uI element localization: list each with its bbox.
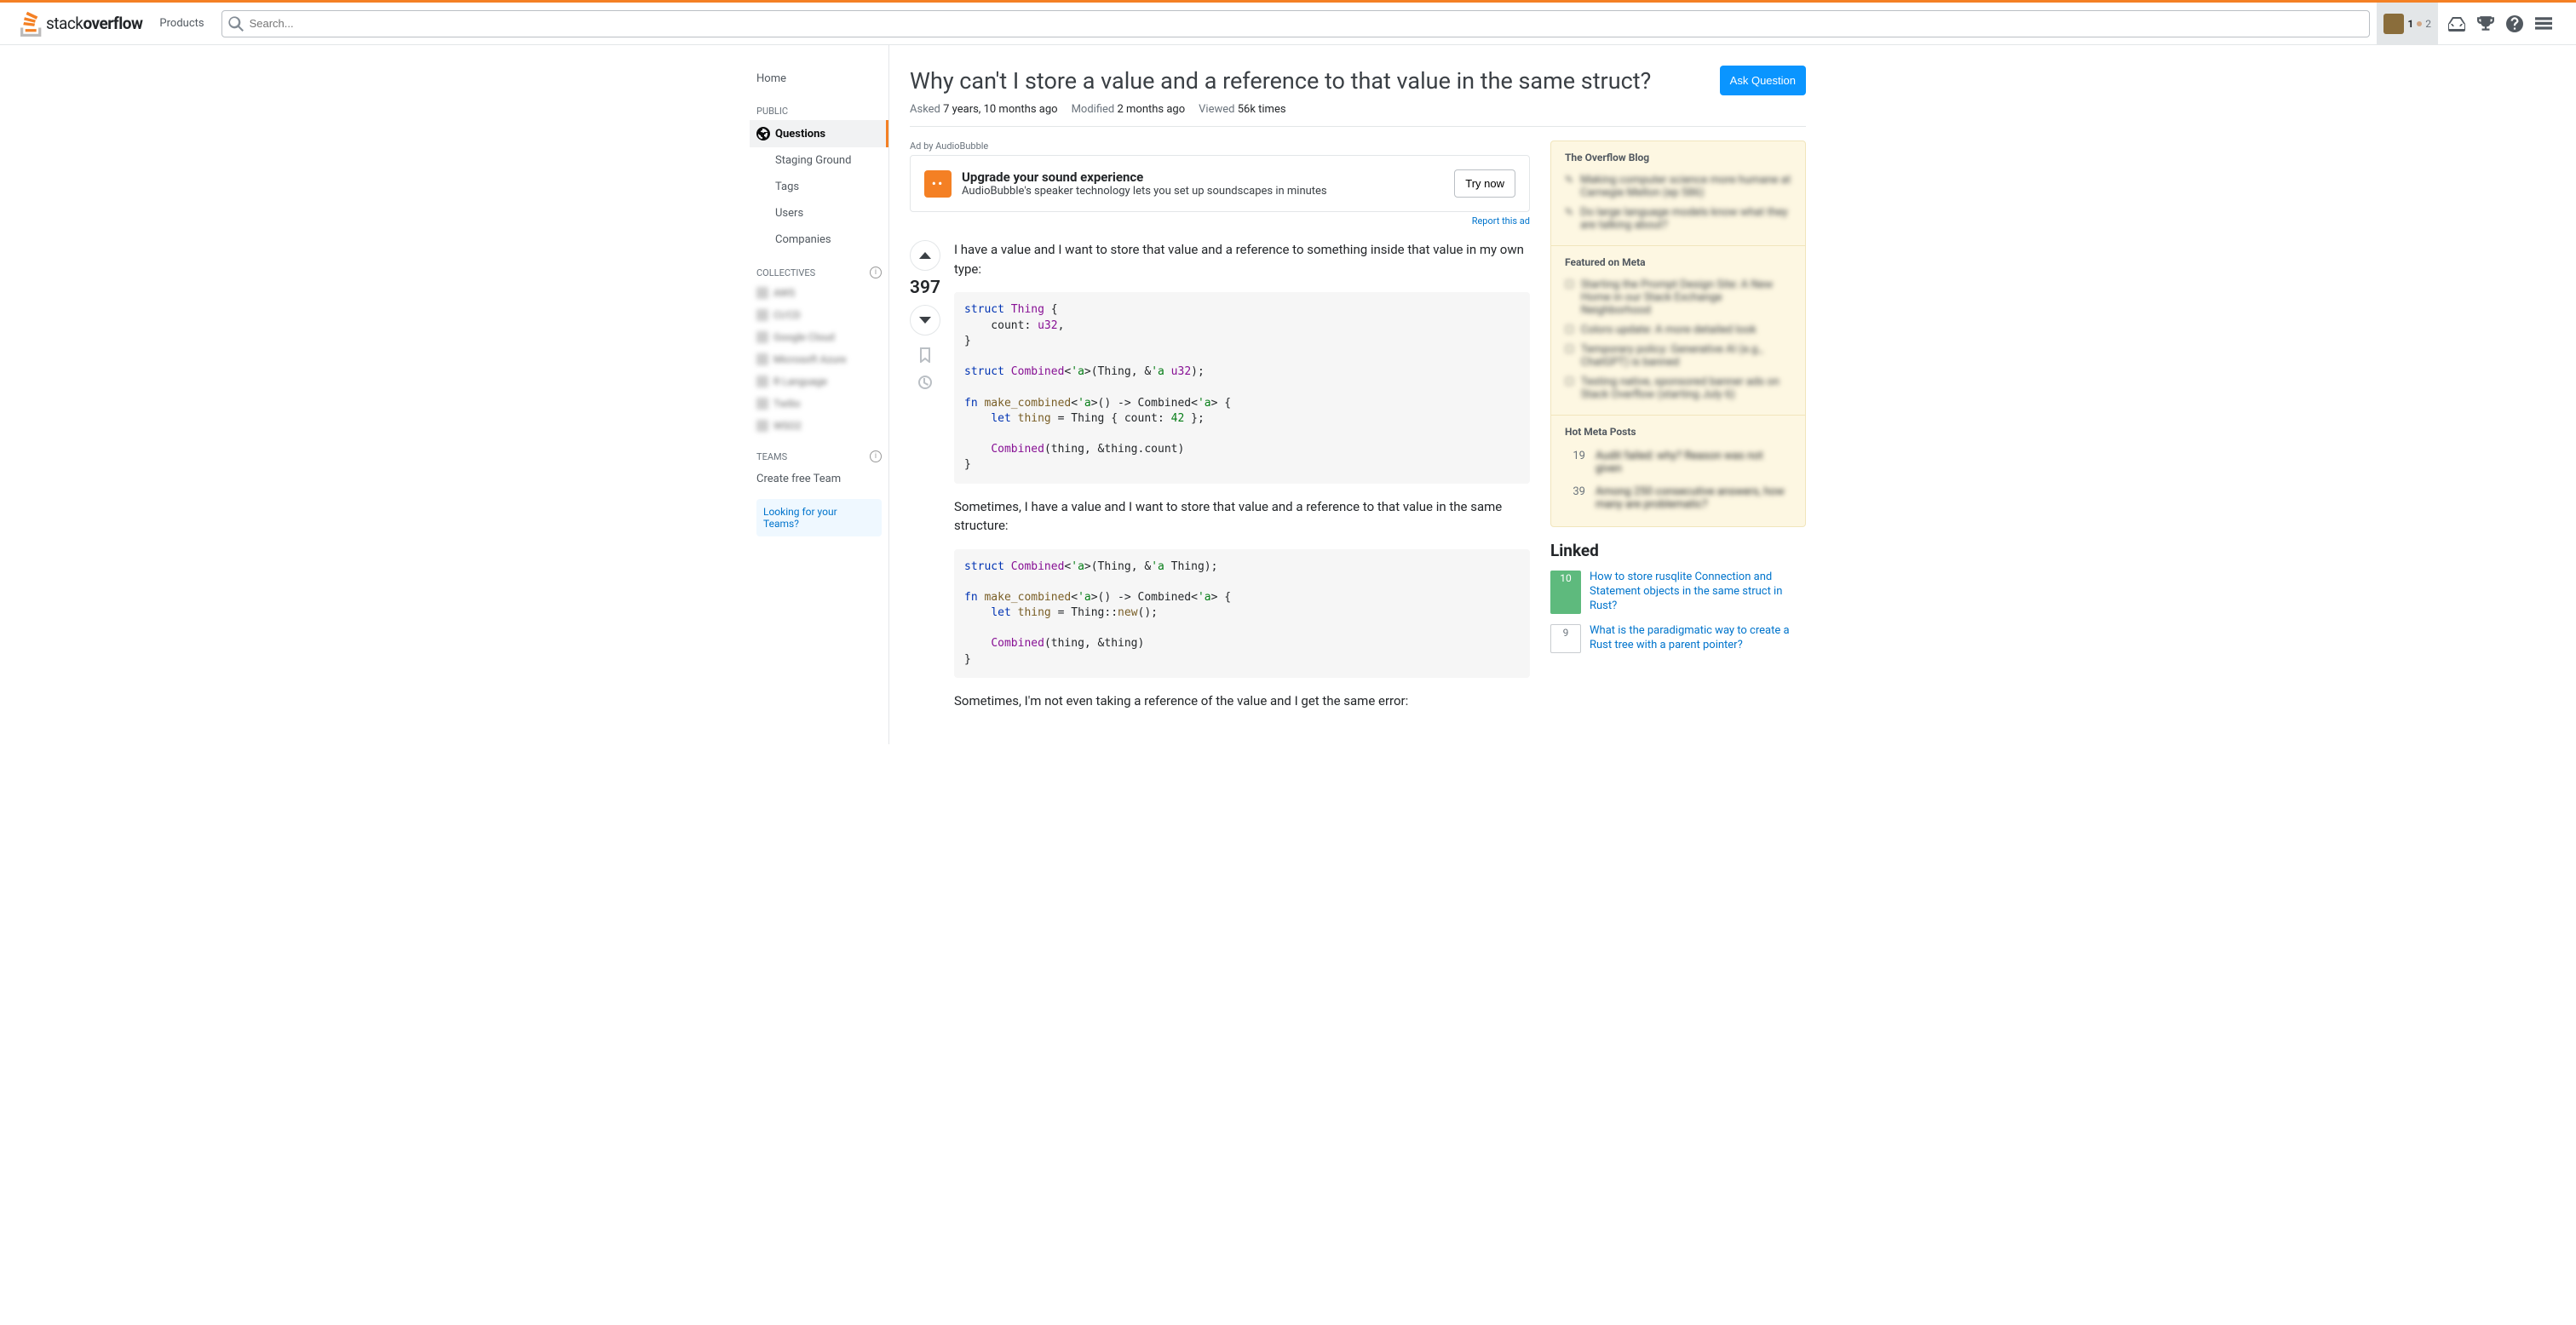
linked-item: 10 How to store rusqlite Connection and … xyxy=(1550,571,1806,614)
nav-section-collectives: COLLECTIVES i xyxy=(750,253,888,282)
code-block: struct Thing { count: u32, } struct Comb… xyxy=(954,292,1530,483)
nav-section-public: PUBLIC xyxy=(750,92,888,120)
upvote-button[interactable] xyxy=(910,240,940,271)
main-content: Why can't I store a value and a referenc… xyxy=(889,45,1826,744)
stackoverflow-icon xyxy=(20,11,43,37)
nav-companies[interactable]: Companies xyxy=(750,227,888,253)
logo-text: stackoverflow xyxy=(46,14,142,33)
nav-questions[interactable]: Questions xyxy=(750,120,888,147)
info-icon[interactable]: i xyxy=(870,267,882,278)
paragraph: Sometimes, I have a value and I want to … xyxy=(954,497,1530,536)
ad-label: Ad by AudioBubble xyxy=(910,141,1530,152)
info-icon[interactable]: i xyxy=(870,450,882,462)
search-icon xyxy=(228,16,244,32)
products-link[interactable]: Products xyxy=(149,17,214,30)
report-ad-link[interactable]: Report this ad xyxy=(910,215,1530,227)
bronze-badge-icon xyxy=(2417,21,2422,26)
down-arrow-icon xyxy=(918,313,932,327)
reputation: 1 xyxy=(2407,18,2413,30)
collective-item[interactable]: CI/CD xyxy=(750,304,888,326)
meta-title: Featured on Meta xyxy=(1565,256,1791,268)
meta-item[interactable]: Temporary policy: Generative AI (e.g., C… xyxy=(1565,340,1791,372)
help-icon[interactable] xyxy=(2506,15,2523,32)
left-sidebar: Home PUBLIC Questions Staging Ground Tag… xyxy=(750,45,889,744)
collective-item[interactable]: Twilio xyxy=(750,393,888,415)
code-block: struct Combined<'a>(Thing, &'a Thing); f… xyxy=(954,549,1530,678)
trophy-icon[interactable] xyxy=(2477,15,2494,32)
ad-title: Upgrade your sound experience xyxy=(962,169,1444,185)
collective-item[interactable]: WSO2 xyxy=(750,415,888,437)
nav-home[interactable]: Home xyxy=(750,66,888,92)
topbar: stackoverflow Products 1 2 xyxy=(0,3,2576,45)
question-title: Why can't I store a value and a referenc… xyxy=(910,66,1651,96)
bronze-count: 2 xyxy=(2425,18,2431,30)
hot-title: Hot Meta Posts xyxy=(1565,426,1791,438)
linked-score: 10 xyxy=(1550,571,1581,614)
linked-score: 9 xyxy=(1550,624,1581,653)
blog-title: The Overflow Blog xyxy=(1565,152,1791,163)
right-sidebar: The Overflow Blog Making computer scienc… xyxy=(1550,141,1806,724)
bulletin-box: The Overflow Blog Making computer scienc… xyxy=(1550,141,1806,527)
hot-item[interactable]: 19 Audit failed: why? Reason was not giv… xyxy=(1565,445,1791,480)
blog-item[interactable]: Making computer science more humane at C… xyxy=(1565,170,1791,203)
vote-cell: 397 xyxy=(910,240,940,724)
up-arrow-icon xyxy=(918,249,932,262)
hot-item[interactable]: 39 Among 250 consecutive answers, how ma… xyxy=(1565,480,1791,516)
meta-item[interactable]: Colors update: A more detailed look xyxy=(1565,320,1791,340)
collective-item[interactable]: AWS xyxy=(750,282,888,304)
create-team-link[interactable]: Create free Team xyxy=(750,466,888,492)
collective-item[interactable]: Microsoft Azure xyxy=(750,348,888,370)
nav-tags[interactable]: Tags xyxy=(750,174,888,200)
looking-for-teams[interactable]: Looking for your Teams? xyxy=(756,499,882,536)
post-body: I have a value and I want to store that … xyxy=(954,240,1530,724)
ad-subtitle: AudioBubble's speaker technology lets yo… xyxy=(962,185,1444,198)
downvote-button[interactable] xyxy=(910,305,940,336)
nav-staging-ground[interactable]: Staging Ground xyxy=(750,147,888,174)
nav-section-teams: TEAMS i xyxy=(750,437,888,466)
history-icon[interactable] xyxy=(917,375,933,390)
ad-icon xyxy=(924,170,952,198)
avatar xyxy=(2383,14,2404,34)
meta-item[interactable]: Starting the Prompt Design Site: A New H… xyxy=(1565,275,1791,320)
linked-item: 9 What is the paradigmatic way to create… xyxy=(1550,624,1806,653)
ask-question-button[interactable]: Ask Question xyxy=(1720,66,1806,95)
linked-link[interactable]: How to store rusqlite Connection and Sta… xyxy=(1590,571,1806,614)
blog-item[interactable]: Do large language models know what they … xyxy=(1565,203,1791,235)
question-meta: Asked 7 years, 10 months ago Modified 2 … xyxy=(910,103,1806,127)
collective-item[interactable]: R Language xyxy=(750,370,888,393)
meta-item[interactable]: Testing native, sponsored banner ads on … xyxy=(1565,372,1791,404)
collective-item[interactable]: Google Cloud xyxy=(750,326,888,348)
globe-icon xyxy=(756,127,770,141)
user-chip[interactable]: 1 2 xyxy=(2377,3,2438,45)
linked-link[interactable]: What is the paradigmatic way to create a… xyxy=(1590,624,1806,653)
logo[interactable]: stackoverflow xyxy=(14,11,149,37)
inbox-icon[interactable] xyxy=(2448,15,2465,32)
bookmark-icon[interactable] xyxy=(917,347,933,363)
ad-box: Upgrade your sound experience AudioBubbl… xyxy=(910,155,1530,212)
linked-heading: Linked xyxy=(1550,541,1806,560)
vote-score: 397 xyxy=(910,278,940,298)
try-now-button[interactable]: Try now xyxy=(1454,169,1515,198)
paragraph: Sometimes, I'm not even taking a referen… xyxy=(954,691,1530,711)
search-wrap xyxy=(221,10,2371,37)
nav-users[interactable]: Users xyxy=(750,200,888,227)
paragraph: I have a value and I want to store that … xyxy=(954,240,1530,278)
search-input[interactable] xyxy=(221,10,2371,37)
menu-icon[interactable] xyxy=(2535,15,2552,32)
